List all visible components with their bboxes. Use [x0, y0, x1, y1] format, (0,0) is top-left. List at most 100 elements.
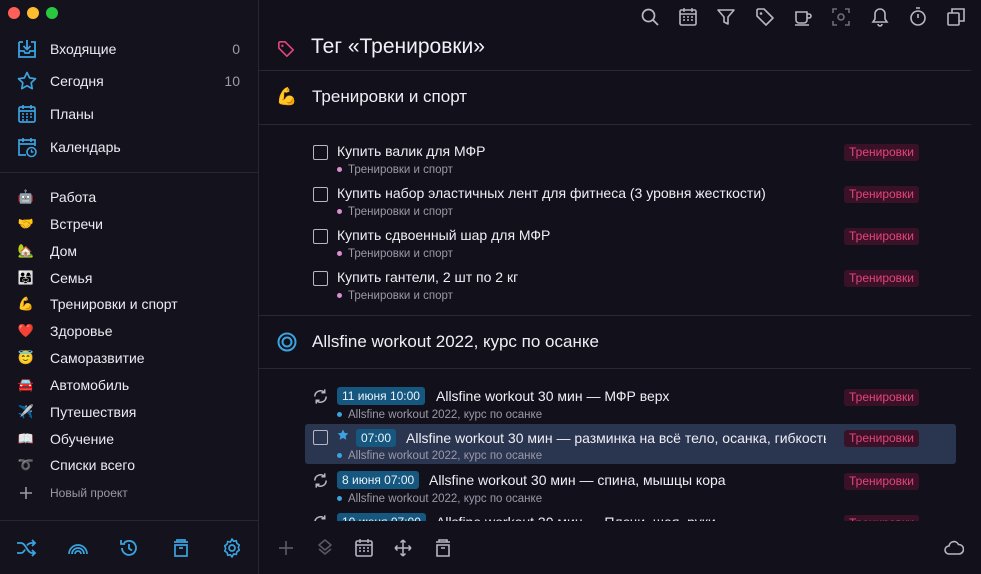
task-title[interactable]: Купить сдвоенный шар для МФР: [337, 227, 550, 243]
close-window-button[interactable]: [8, 7, 20, 19]
windows-icon[interactable]: [946, 7, 966, 27]
sidebar-project-home[interactable]: 🏡 Дом: [0, 238, 258, 264]
sidebar-project-work[interactable]: 🤖 Работа: [0, 184, 258, 210]
project-label: Здоровье: [50, 323, 113, 339]
bottom-toolbar: [259, 521, 981, 574]
tag-icon: [277, 40, 295, 58]
add-icon[interactable]: [276, 538, 296, 558]
task-title[interactable]: Купить набор эластичных лент для фитнеса…: [337, 185, 766, 201]
sidebar-item-inbox[interactable]: Входящие 0: [0, 33, 258, 65]
group-title[interactable]: Allsfine workout 2022, курс по осанке: [312, 332, 599, 352]
sidebar-project-learning[interactable]: 📖 Обучение: [0, 426, 258, 452]
sidebar-item-plans[interactable]: Планы: [0, 98, 258, 130]
star-icon: [337, 429, 349, 440]
coffee-icon[interactable]: [793, 7, 813, 27]
task-project: Allsfine workout 2022, курс по осанке: [337, 409, 542, 421]
sidebar-project-workouts[interactable]: 💪 Тренировки и спорт: [0, 291, 258, 317]
sidebar-project-health[interactable]: ❤️ Здоровье: [0, 318, 258, 344]
project-label: Обучение: [50, 431, 115, 447]
house-icon: 🏡: [17, 243, 35, 258]
timer-icon[interactable]: [908, 7, 928, 27]
sidebar-project-meetings[interactable]: 🤝 Встречи: [0, 211, 258, 237]
sidebar-project-travel[interactable]: ✈️ Путешествия: [0, 399, 258, 425]
task-title[interactable]: Купить валик для МФР: [337, 143, 486, 159]
calendar-icon[interactable]: [678, 7, 698, 27]
sidebar-project-self-development[interactable]: 😇 Саморазвитие: [0, 345, 258, 371]
zoom-window-button[interactable]: [46, 7, 58, 19]
task-row[interactable]: Купить гантели, 2 шт по 2 кг Тренировки …: [305, 265, 957, 307]
plans-calendar-icon: [18, 105, 36, 123]
calendar-icon[interactable]: [354, 538, 374, 558]
car-icon: 🚘: [17, 377, 35, 392]
group-title[interactable]: Тренировки и спорт: [312, 87, 467, 107]
bell-icon[interactable]: [870, 7, 890, 27]
project-label: Встречи: [50, 216, 103, 232]
sidebar-item-label: Входящие: [50, 41, 117, 57]
task-checkbox[interactable]: [313, 229, 328, 244]
rainbow-icon[interactable]: [67, 537, 89, 559]
tag-badge[interactable]: Тренировки: [843, 228, 919, 245]
date-badge[interactable]: 11 июня 10:00: [337, 387, 425, 405]
tag-badge[interactable]: Тренировки: [843, 430, 919, 447]
task-title[interactable]: Allsfine workout 30 мин — спина, мышцы к…: [429, 472, 726, 488]
tag-icon[interactable]: [755, 7, 775, 27]
task-project: Тренировки и спорт: [337, 248, 453, 260]
trash-icon[interactable]: [170, 537, 192, 559]
task-checkbox[interactable]: [313, 145, 328, 160]
tag-badge[interactable]: Тренировки: [843, 473, 919, 490]
tag-badge[interactable]: Тренировки: [843, 389, 919, 406]
task-checkbox[interactable]: [313, 430, 328, 445]
task-title[interactable]: Allsfine workout 30 мин — МФР верх: [436, 388, 669, 404]
task-project: Allsfine workout 2022, курс по осанке: [337, 493, 542, 505]
stack-icon[interactable]: [315, 538, 335, 558]
task-project-label: Тренировки и спорт: [348, 206, 453, 218]
tag-badge[interactable]: Тренировки: [843, 144, 919, 161]
task-checkbox[interactable]: [313, 271, 328, 286]
divider: [259, 70, 971, 71]
filter-icon[interactable]: [716, 7, 736, 27]
sidebar-item-calendar[interactable]: Календарь: [0, 131, 258, 163]
project-label: Путешествия: [50, 404, 137, 420]
move-icon[interactable]: [393, 538, 413, 558]
tag-badge[interactable]: Тренировки: [843, 270, 919, 287]
date-badge[interactable]: 8 июня 07:00: [337, 471, 420, 489]
sidebar-item-count: 10: [224, 73, 240, 89]
task-row-selected[interactable]: 07:00 Allsfine workout 30 мин — разминка…: [305, 424, 956, 464]
date-badge[interactable]: 07:00: [356, 429, 397, 447]
task-project-label: Allsfine workout 2022, курс по осанке: [348, 493, 543, 505]
search-icon[interactable]: [640, 7, 660, 27]
sidebar-item-count: 0: [232, 41, 240, 57]
sidebar-item-label: Планы: [50, 106, 94, 122]
sidebar-project-family[interactable]: 👨‍👩‍👧 Семья: [0, 265, 258, 291]
task-title[interactable]: Allsfine workout 30 мин — разминка на вс…: [406, 430, 826, 446]
window-controls: [8, 7, 58, 19]
trash-icon[interactable]: [433, 538, 453, 558]
task-row[interactable]: Купить сдвоенный шар для МФР Тренировки …: [305, 223, 957, 265]
task-title[interactable]: Купить гантели, 2 шт по 2 кг: [337, 269, 518, 285]
minimize-window-button[interactable]: [27, 7, 39, 19]
task-row[interactable]: 8 июня 07:00 Allsfine workout 30 мин — с…: [305, 468, 957, 510]
history-icon[interactable]: [118, 537, 140, 559]
task-row[interactable]: Купить набор эластичных лент для фитнеса…: [305, 181, 957, 223]
settings-icon[interactable]: [221, 537, 243, 559]
task-project-label: Тренировки и спорт: [348, 248, 453, 260]
project-label: Дом: [50, 243, 78, 259]
task-project: Тренировки и спорт: [337, 164, 453, 176]
shuffle-icon[interactable]: [15, 537, 37, 559]
divider: [259, 124, 971, 125]
task-row[interactable]: 11 июня 10:00 Allsfine workout 30 мин — …: [305, 384, 957, 426]
sidebar-divider: [0, 172, 258, 173]
task-checkbox[interactable]: [313, 187, 328, 202]
sidebar-project-lists[interactable]: ➰ Списки всего: [0, 452, 258, 478]
divider: [259, 315, 971, 316]
task-row[interactable]: Купить валик для МФР Тренировки и спорт …: [305, 139, 957, 181]
tag-badge[interactable]: Тренировки: [843, 186, 919, 203]
repeat-icon: [314, 389, 327, 404]
focus-icon[interactable]: [831, 7, 851, 27]
divider: [259, 368, 971, 369]
calendar-clock-icon: [18, 138, 37, 158]
new-project-button[interactable]: Новый проект: [0, 480, 258, 506]
sidebar-item-today[interactable]: Сегодня 10: [0, 65, 258, 97]
sidebar-project-car[interactable]: 🚘 Автомобиль: [0, 372, 258, 398]
cloud-icon[interactable]: [944, 538, 964, 558]
